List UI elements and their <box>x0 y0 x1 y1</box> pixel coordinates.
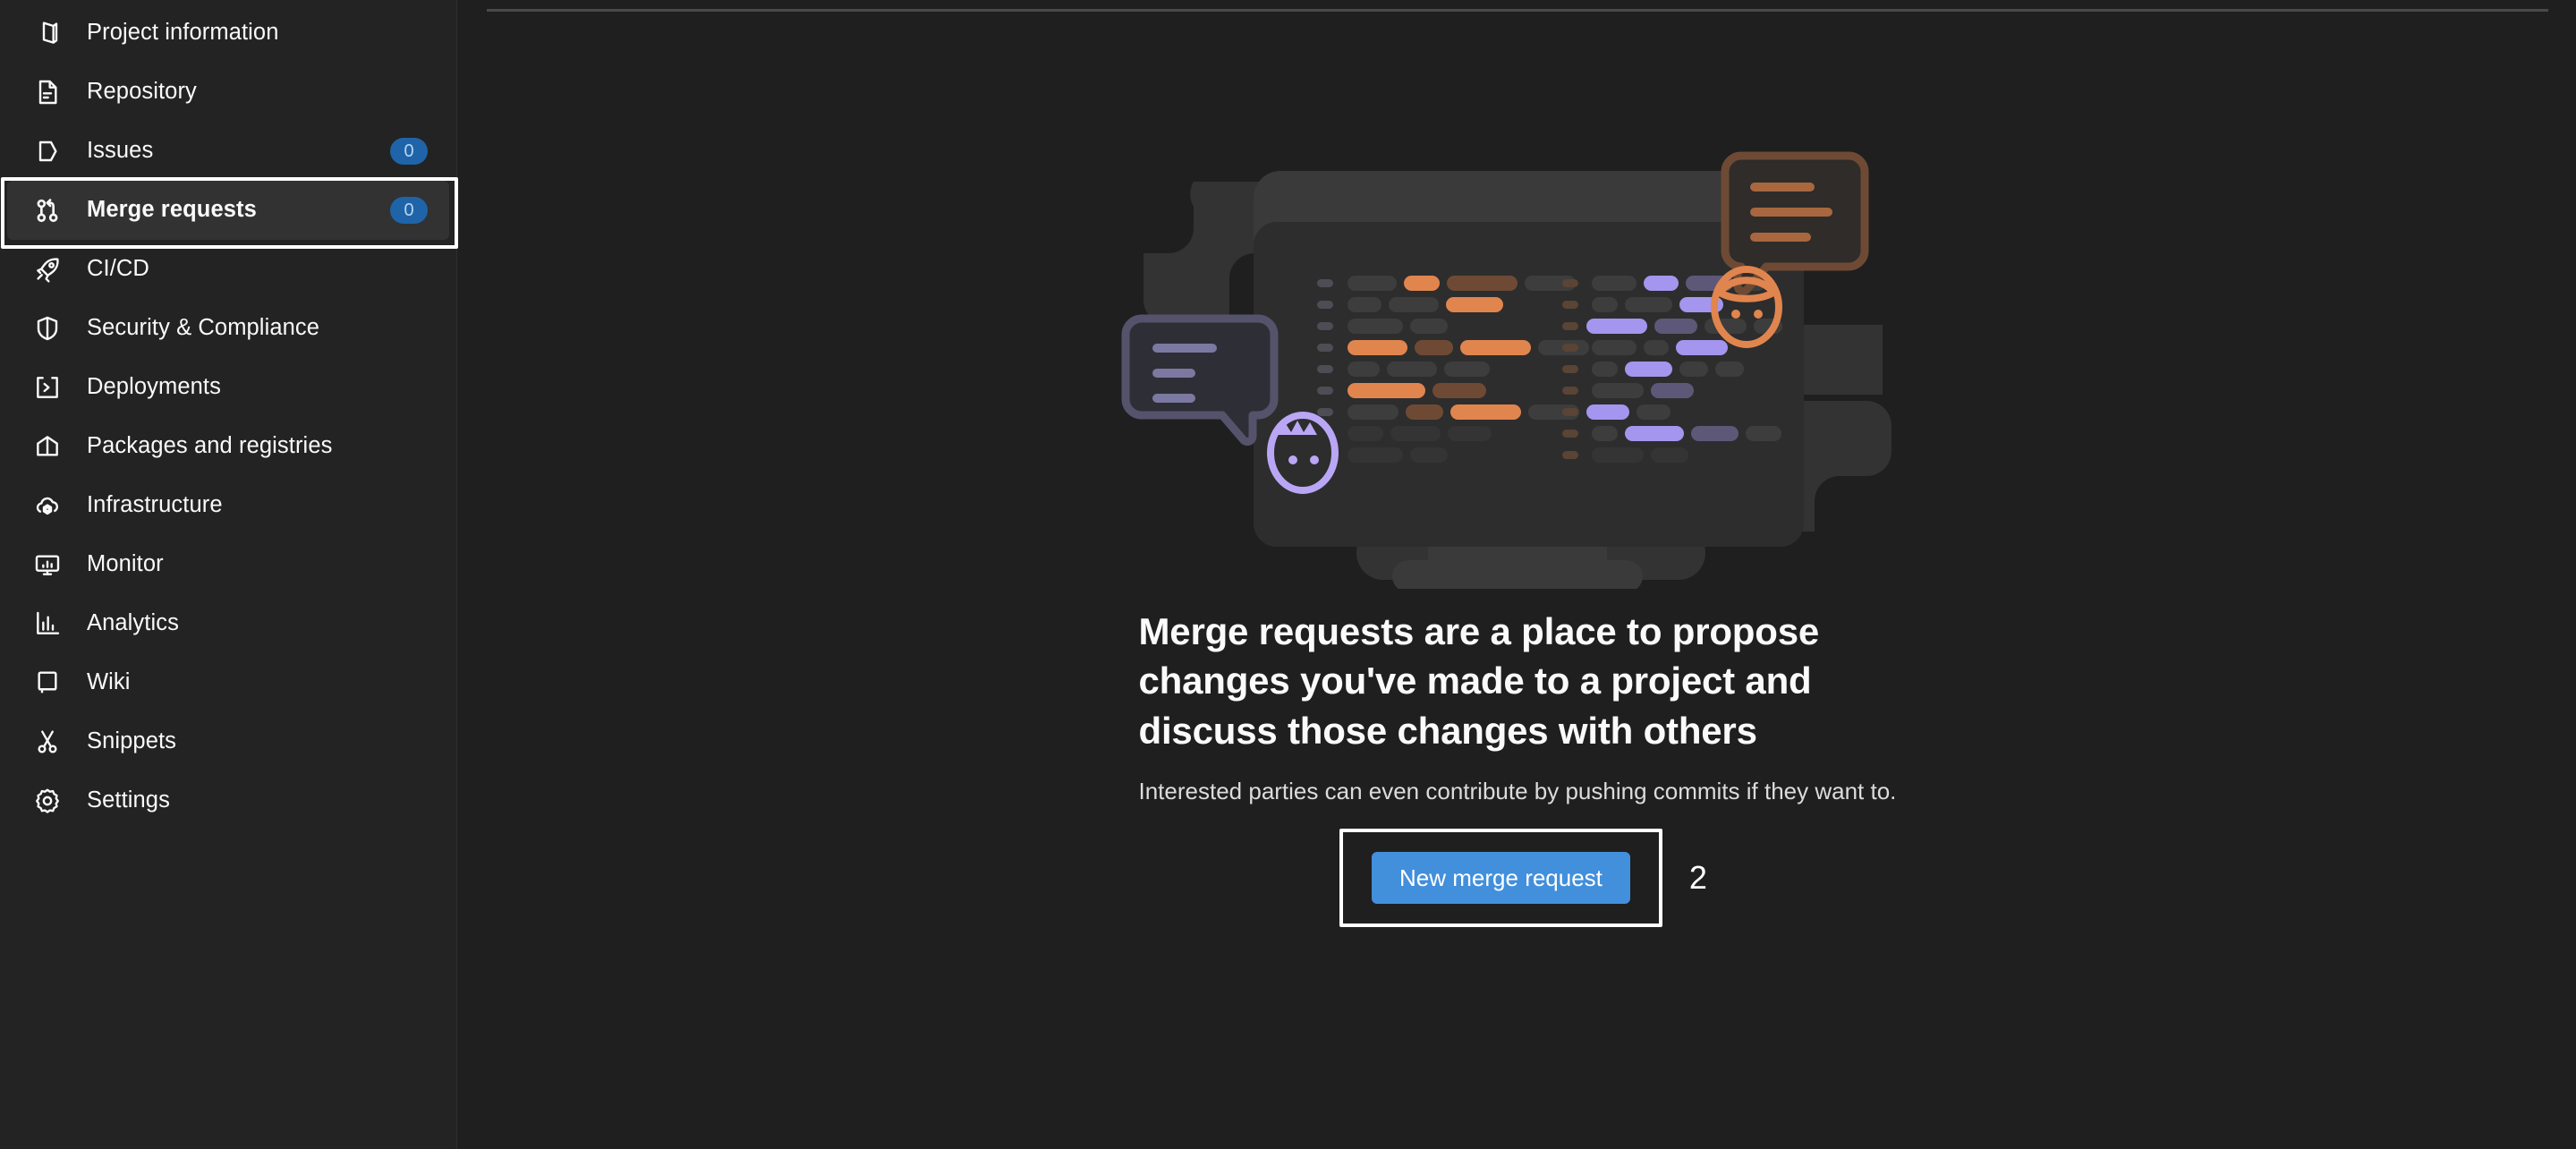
issues-count-badge: 0 <box>390 138 428 165</box>
deployments-icon <box>32 372 63 403</box>
cloud-gear-icon <box>32 490 63 521</box>
sidebar-item-label: Infrastructure <box>87 492 223 518</box>
sidebar-item-project-information[interactable]: Project information <box>7 4 449 63</box>
sidebar-item-label: Merge requests <box>87 197 257 223</box>
sidebar-item-cicd[interactable]: CI/CD <box>7 240 449 299</box>
sidebar-item-label: Project information <box>87 20 279 46</box>
sidebar-item-label: Repository <box>87 79 197 105</box>
merge-request-empty-illustration <box>1115 115 1920 589</box>
sidebar-item-label: Deployments <box>87 374 221 400</box>
sidebar-item-label: CI/CD <box>87 256 149 282</box>
sidebar-item-infrastructure[interactable]: Infrastructure <box>7 476 449 535</box>
package-icon <box>32 431 63 462</box>
sidebar-item-merge-requests[interactable]: Merge requests 0 <box>7 181 449 240</box>
sidebar-item-settings[interactable]: Settings <box>7 771 449 830</box>
sidebar-item-repository[interactable]: Repository <box>7 63 449 122</box>
highlight-box-new-merge-request: New merge request <box>1339 829 1662 927</box>
main-content: Merge requests are a place to propose ch… <box>458 0 2576 1149</box>
sidebar-item-analytics[interactable]: Analytics <box>7 594 449 653</box>
sidebar-item-label: Snippets <box>87 728 177 754</box>
merge-requests-count-badge: 0 <box>390 197 428 224</box>
shield-icon <box>32 313 63 344</box>
sidebar-item-label: Security & Compliance <box>87 315 320 341</box>
book-icon <box>32 668 63 698</box>
sidebar-item-label: Settings <box>87 787 170 813</box>
empty-state-container: Merge requests are a place to propose ch… <box>458 0 2576 1149</box>
monitor-icon <box>32 549 63 580</box>
sidebar-item-wiki[interactable]: Wiki <box>7 653 449 712</box>
sidebar-item-label: Issues <box>87 138 154 164</box>
cta-area: New merge request 2 <box>1339 829 1707 927</box>
sidebar-item-deployments[interactable]: Deployments <box>7 358 449 417</box>
page-root: Project information Repository Issues 0 <box>0 0 2576 1149</box>
merge-requests-icon <box>32 195 63 226</box>
page-title: Merge requests are a place to propose ch… <box>1138 610 1820 752</box>
empty-state-text: Merge requests are a place to propose ch… <box>1139 607 1909 809</box>
empty-state-description: Interested parties can even contribute b… <box>1138 778 1897 805</box>
sidebar-item-monitor[interactable]: Monitor <box>7 535 449 594</box>
issues-icon <box>32 136 63 166</box>
gear-icon <box>32 786 63 816</box>
sidebar-item-label: Packages and registries <box>87 433 333 459</box>
chart-icon <box>32 609 63 639</box>
sidebar-item-label: Monitor <box>87 551 164 577</box>
sidebar-item-issues[interactable]: Issues 0 <box>7 122 449 181</box>
annotation-step-2: 2 <box>1688 859 1707 896</box>
sidebar-item-label: Analytics <box>87 610 179 636</box>
repository-icon <box>32 77 63 107</box>
sidebar-item-label: Wiki <box>87 669 131 695</box>
sidebar-item-snippets[interactable]: Snippets <box>7 712 449 771</box>
scissors-icon <box>32 727 63 757</box>
project-sidebar: Project information Repository Issues 0 <box>0 0 457 1149</box>
sidebar-item-packages-registries[interactable]: Packages and registries <box>7 417 449 476</box>
project-information-icon <box>32 18 63 48</box>
rocket-icon <box>32 254 63 285</box>
sidebar-item-security-compliance[interactable]: Security & Compliance <box>7 299 449 358</box>
new-merge-request-button[interactable]: New merge request <box>1372 852 1630 904</box>
